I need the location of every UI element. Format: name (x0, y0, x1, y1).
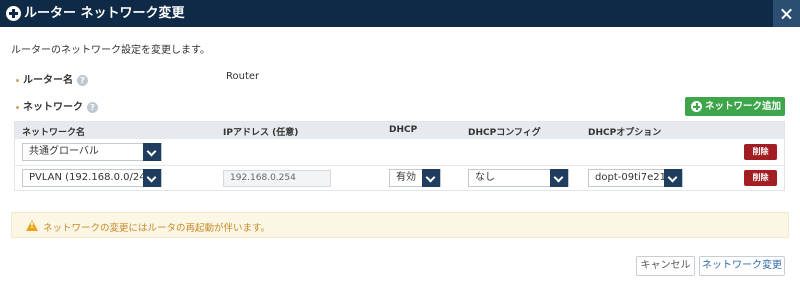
col-dhcp: DHCP (389, 125, 418, 135)
dialog-title: ルーター ネットワーク変更 (24, 6, 185, 21)
network-select-value: PVLAN (192.168.0.0/24) (29, 172, 150, 183)
network-label-text: ネットワーク (23, 102, 83, 113)
notice-text: ネットワークの変更にはルータの再起動が伴います。 (43, 223, 271, 234)
network-select-value: 共通グローバル (29, 146, 99, 157)
dhcp-config-select-value: なし (475, 172, 495, 183)
chevron-down-icon (664, 169, 682, 187)
chevron-down-icon (422, 169, 440, 187)
chevron-down-icon (143, 169, 161, 187)
dhcp-config-select[interactable]: なし (468, 169, 569, 187)
dialog-titlebar: ルーター ネットワーク変更 (0, 0, 800, 27)
chevron-down-icon (550, 169, 568, 187)
warning-icon-mark: ! (30, 221, 34, 230)
row-divider (15, 165, 784, 166)
bullet-icon (16, 78, 19, 82)
add-circle-icon (6, 6, 21, 21)
dhcp-select[interactable]: 有効 (389, 169, 441, 187)
plus-circle-icon (691, 101, 702, 112)
close-button[interactable] (773, 0, 800, 27)
dhcp-select-value: 有効 (396, 172, 416, 183)
dialog-description: ルーターのネットワーク設定を変更します。 (11, 45, 210, 56)
router-name-label-text: ルーター名 (23, 75, 73, 86)
col-network-name: ネットワーク名 (22, 128, 86, 138)
dhcp-option-select-value: dopt-09ti7e21 (595, 172, 667, 183)
col-dhcp-option: DHCPオプション (588, 128, 662, 138)
ip-address-input[interactable]: 192.168.0.254 (223, 170, 331, 187)
col-dhcp-config: DHCPコンフィグ (468, 128, 541, 138)
chevron-down-icon (143, 143, 161, 161)
help-icon[interactable]: ? (87, 101, 98, 113)
table-header: ネットワーク名 IPアドレス (任意) DHCP DHCPコンフィグ DHCPオ… (15, 122, 784, 139)
network-select[interactable]: PVLAN (192.168.0.0/24) (22, 169, 162, 187)
restart-warning-notice: ! ネットワークの変更にはルータの再起動が伴います。 (11, 212, 789, 238)
delete-button[interactable]: 削除 (744, 170, 777, 186)
network-table: ネットワーク名 IPアドレス (任意) DHCP DHCPコンフィグ DHCPオ… (14, 121, 785, 191)
dhcp-option-select[interactable]: dopt-09ti7e21 (588, 169, 683, 187)
router-name-value: Router (226, 71, 260, 82)
add-network-button[interactable]: ネットワーク追加 (685, 97, 785, 116)
cancel-button[interactable]: キャンセル (636, 256, 695, 276)
network-label: ネットワーク? (16, 98, 98, 113)
network-select[interactable]: 共通グローバル (22, 143, 162, 161)
bullet-icon (16, 105, 19, 109)
change-network-button[interactable]: ネットワーク変更 (699, 256, 785, 276)
router-name-label: ルーター名? (16, 71, 88, 86)
add-network-label: ネットワーク追加 (705, 101, 782, 112)
col-ip-address: IPアドレス (任意) (223, 128, 299, 138)
help-icon[interactable]: ? (77, 74, 88, 86)
delete-button[interactable]: 削除 (744, 144, 777, 160)
